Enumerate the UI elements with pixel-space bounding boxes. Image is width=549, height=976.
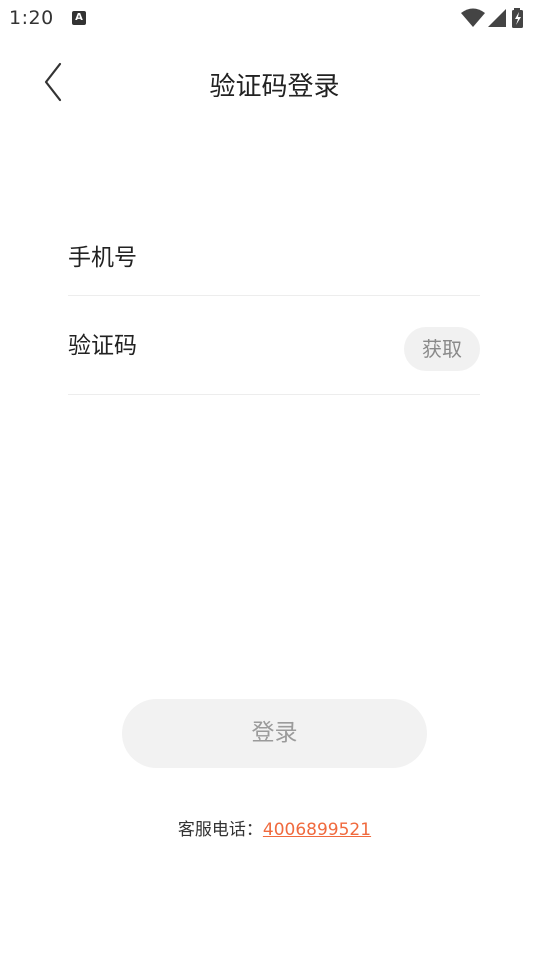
- notification-a-icon: A: [72, 11, 86, 25]
- login-form: 获取: [68, 212, 480, 395]
- battery-charging-icon: [512, 8, 523, 28]
- status-time: 1:20: [9, 7, 54, 29]
- service-phone-link[interactable]: 4006899521: [263, 820, 371, 840]
- login-button[interactable]: 登录: [122, 699, 427, 768]
- service-label: 客服电话：: [177, 820, 263, 840]
- status-icons: [461, 8, 541, 28]
- code-field-row: 获取: [68, 296, 480, 395]
- page-title: 验证码登录: [209, 72, 340, 102]
- verification-code-input[interactable]: [68, 326, 388, 366]
- phone-input[interactable]: [68, 238, 388, 278]
- header: 验证码登录: [0, 50, 549, 114]
- customer-service: 客服电话：4006899521: [0, 815, 549, 840]
- get-code-button[interactable]: 获取: [404, 327, 480, 371]
- status-bar: 1:20 A: [0, 0, 549, 38]
- signal-icon: [488, 9, 506, 27]
- phone-field-row: [68, 212, 480, 296]
- wifi-icon: [461, 8, 485, 27]
